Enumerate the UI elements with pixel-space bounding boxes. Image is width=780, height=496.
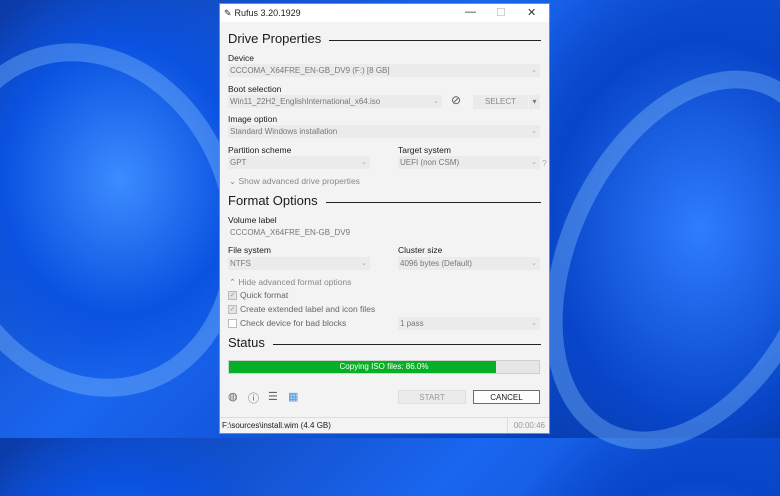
minimize-button[interactable]: —: [465, 6, 476, 18]
show-advanced-drive-toggle[interactable]: ⌄ Show advanced drive properties: [229, 176, 360, 187]
cancel-button[interactable]: CANCEL: [473, 390, 540, 404]
target-system-label: Target system: [398, 145, 451, 155]
close-button[interactable]: ✕: [527, 6, 536, 19]
quick-format-checkbox[interactable]: ✓ Quick format: [228, 290, 288, 300]
file-system-dropdown[interactable]: NTFS ⌄: [228, 257, 370, 270]
help-icon[interactable]: ?: [542, 158, 547, 168]
image-option-dropdown[interactable]: Standard Windows installation ⌄: [228, 125, 540, 138]
window-title: Rufus 3.20.1929: [234, 8, 301, 18]
progress-bar: Copying ISO files: 86.0%: [228, 360, 540, 374]
partition-scheme-dropdown[interactable]: GPT ⌄: [228, 156, 370, 169]
target-system-dropdown[interactable]: UEFI (non CSM) ⌄: [398, 156, 540, 169]
rufus-window: ✎ Rufus 3.20.1929 — ☐ ✕ Drive Properties…: [219, 3, 550, 434]
status-file: F:\sources\install.wim (4.4 GB): [222, 421, 331, 430]
file-system-label: File system: [228, 245, 271, 255]
verify-checksum-icon[interactable]: ⊘: [451, 93, 461, 107]
passes-dropdown[interactable]: 1 pass ⌄: [398, 317, 540, 330]
volume-label-input[interactable]: CCCOMA_X64FRE_EN-GB_DV9: [228, 226, 540, 239]
rufus-app-icon: ✎: [224, 7, 232, 18]
progress-text: Copying ISO files: 86.0%: [339, 362, 429, 371]
settings-sliders-icon[interactable]: ☰: [268, 390, 278, 403]
hide-advanced-format-toggle[interactable]: ⌃ Hide advanced format options: [229, 277, 351, 288]
boot-selection-dropdown[interactable]: Win11_22H2_EnglishInternational_x64.iso ⌄: [228, 95, 442, 108]
cluster-size-label: Cluster size: [398, 245, 443, 255]
log-icon[interactable]: ▦: [288, 390, 298, 403]
elapsed-time: 00:00:46: [506, 418, 545, 433]
boot-selection-label: Boot selection: [228, 84, 282, 94]
status-heading: Status: [228, 335, 541, 350]
format-options-heading: Format Options: [228, 193, 541, 208]
select-button[interactable]: SELECT: [473, 95, 528, 109]
device-label: Device: [228, 53, 254, 63]
globe-language-icon[interactable]: ◍: [228, 390, 238, 403]
volume-label-label: Volume label: [228, 215, 277, 225]
cluster-size-dropdown[interactable]: 4096 bytes (Default) ⌄: [398, 257, 540, 270]
drive-properties-heading: Drive Properties: [228, 31, 541, 46]
partition-scheme-label: Partition scheme: [228, 145, 292, 155]
extended-label-checkbox[interactable]: ✓ Create extended label and icon files: [228, 304, 375, 314]
select-dropdown-arrow[interactable]: ▾: [529, 95, 540, 109]
start-button[interactable]: START: [398, 390, 466, 404]
title-bar: ✎ Rufus 3.20.1929 — ☐ ✕: [220, 4, 549, 22]
device-dropdown[interactable]: CCCOMA_X64FRE_EN-GB_DV9 (F:) [8 GB] ⌄: [228, 64, 540, 77]
maximize-button[interactable]: ☐: [496, 6, 506, 19]
info-icon[interactable]: ⓘ: [248, 390, 259, 406]
bad-blocks-checkbox[interactable]: Check device for bad blocks: [228, 318, 346, 328]
image-option-label: Image option: [228, 114, 278, 124]
status-bar: F:\sources\install.wim (4.4 GB) 00:00:46: [220, 417, 549, 433]
